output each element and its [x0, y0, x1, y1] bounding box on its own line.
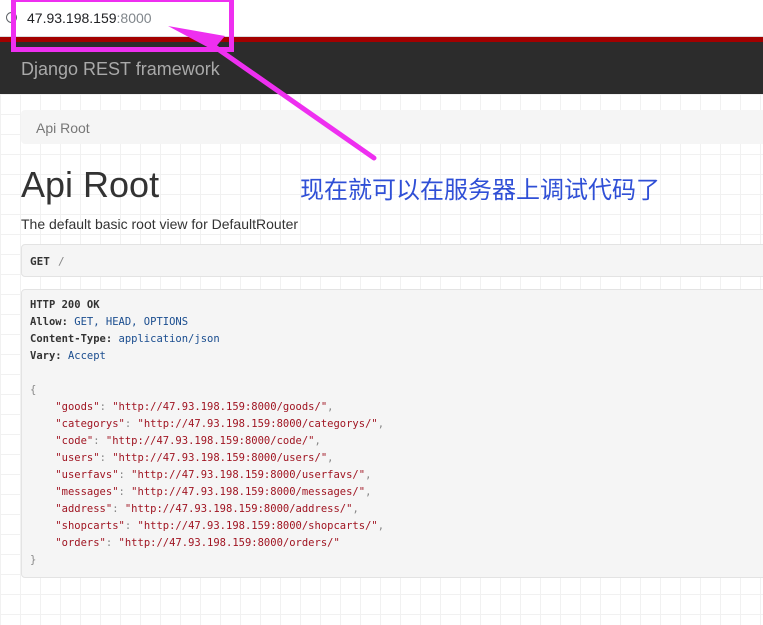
response-header-line: Content-Type: application/json	[30, 331, 384, 348]
request-method: GET	[30, 255, 50, 268]
json-value-link[interactable]: "http://47.93.198.159:8000/goods/"	[112, 401, 327, 413]
response-status: HTTP 200 OK	[30, 299, 100, 311]
json-entry: "users": "http://47.93.198.159:8000/user…	[55, 452, 334, 464]
navbar-brand-link[interactable]: Django REST framework	[21, 59, 220, 80]
response-status-line: HTTP 200 OK	[30, 297, 384, 314]
header-key: Content-Type:	[30, 333, 113, 345]
header-key: Vary:	[30, 350, 62, 362]
json-key: "messages"	[55, 486, 119, 498]
json-body: "goods": "http://47.93.198.159:8000/good…	[30, 399, 384, 552]
response-info: HTTP 200 OK Allow: GET, HEAD, OPTIONS Co…	[21, 289, 763, 578]
json-open-brace: {	[30, 382, 384, 399]
json-entry: "messages": "http://47.93.198.159:8000/m…	[55, 486, 372, 498]
page-title: Api Root	[21, 164, 160, 205]
json-key: "userfavs"	[55, 469, 119, 481]
json-close-brace: }	[30, 552, 384, 569]
page-description: The default basic root view for DefaultR…	[21, 216, 299, 232]
json-key: "shopcarts"	[55, 520, 125, 532]
annotation-highlight-box	[11, 0, 234, 52]
json-entry: "address": "http://47.93.198.159:8000/ad…	[55, 503, 359, 515]
json-entry: "orders": "http://47.93.198.159:8000/ord…	[55, 537, 340, 549]
json-entry: "shopcarts": "http://47.93.198.159:8000/…	[55, 520, 385, 532]
request-path: /	[58, 255, 65, 268]
header-value: application/json	[118, 333, 220, 345]
open-brace: {	[30, 384, 37, 396]
page-content: Api Root Api Root 现在就可以在服务器上调试代码了 The de…	[0, 94, 763, 625]
json-entry: "code": "http://47.93.198.159:8000/code/…	[55, 435, 321, 447]
json-key: "users"	[55, 452, 100, 464]
json-value-link[interactable]: "http://47.93.198.159:8000/messages/"	[131, 486, 365, 498]
json-key: "address"	[55, 503, 113, 515]
json-key: "goods"	[55, 401, 100, 413]
breadcrumb-item-api-root[interactable]: Api Root	[36, 120, 90, 136]
header-value: Accept	[67, 350, 106, 362]
header-value: GET, HEAD, OPTIONS	[74, 316, 189, 328]
json-entry: "goods": "http://47.93.198.159:8000/good…	[55, 401, 334, 413]
json-value-link[interactable]: "http://47.93.198.159:8000/orders/"	[119, 537, 340, 549]
annotation-note: 现在就可以在服务器上调试代码了	[300, 176, 660, 204]
json-key: "code"	[55, 435, 94, 447]
json-key: "categorys"	[55, 418, 125, 430]
json-key: "orders"	[55, 537, 106, 549]
request-info: GET /	[21, 244, 763, 277]
json-value-link[interactable]: "http://47.93.198.159:8000/categorys/"	[138, 418, 378, 430]
response-content: HTTP 200 OK Allow: GET, HEAD, OPTIONS Co…	[30, 297, 384, 569]
json-value-link[interactable]: "http://47.93.198.159:8000/users/"	[112, 452, 327, 464]
json-value-link[interactable]: "http://47.93.198.159:8000/shopcarts/"	[138, 520, 378, 532]
json-entry: "categorys": "http://47.93.198.159:8000/…	[55, 418, 385, 430]
json-value-link[interactable]: "http://47.93.198.159:8000/address/"	[125, 503, 353, 515]
breadcrumb: Api Root	[21, 110, 763, 144]
header-key: Allow:	[30, 316, 68, 328]
json-entry: "userfavs": "http://47.93.198.159:8000/u…	[55, 469, 372, 481]
close-brace: }	[30, 554, 37, 566]
response-header-line: Allow: GET, HEAD, OPTIONS	[30, 314, 384, 331]
json-value-link[interactable]: "http://47.93.198.159:8000/userfavs/"	[131, 469, 365, 481]
json-value-link[interactable]: "http://47.93.198.159:8000/code/"	[106, 435, 315, 447]
response-header-line: Vary: Accept	[30, 348, 384, 365]
